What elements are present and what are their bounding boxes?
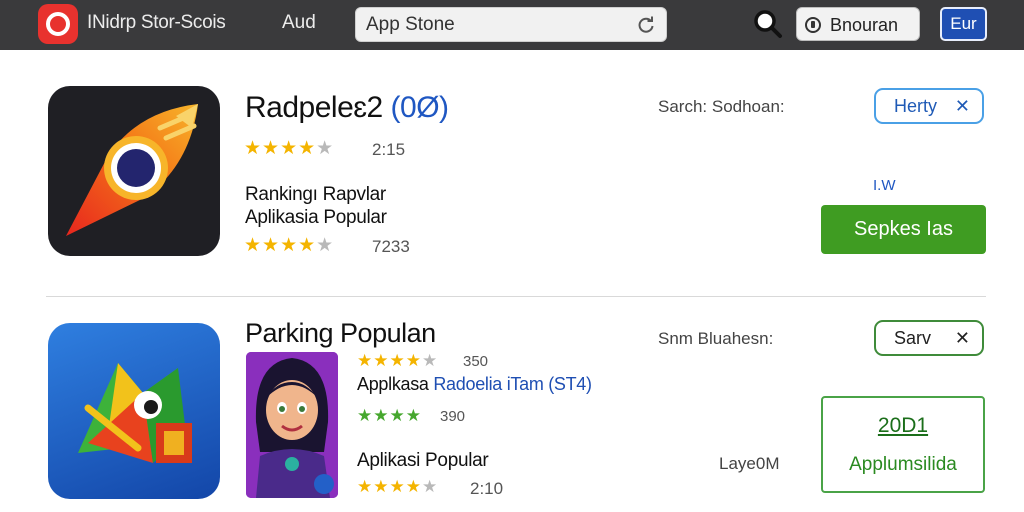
side-label: Laye0M — [719, 454, 780, 473]
app-name-accent: (0Ø) — [390, 91, 450, 124]
search-input[interactable] — [366, 13, 626, 37]
rocket-app-icon[interactable] — [48, 86, 220, 256]
info-icon — [805, 17, 821, 33]
app-name[interactable]: Radpeleɛ2 (0Ø) — [245, 91, 449, 125]
close-icon[interactable]: ✕ — [955, 90, 970, 122]
filter-chip[interactable]: Sarv ✕ — [874, 320, 984, 356]
rating-count: 7233 — [372, 237, 410, 256]
rating-count: 390 — [440, 408, 466, 425]
refresh-icon[interactable] — [636, 15, 656, 35]
action-card[interactable]: 20D1 Applumsilida — [821, 396, 985, 493]
meta-text: Sarch: Sodhoan: — [658, 97, 785, 116]
close-icon[interactable]: ✕ — [955, 322, 970, 354]
card-number: 20D1 — [877, 414, 929, 437]
star-rating: ★★★★★ — [357, 351, 439, 370]
chip-label: Herty — [894, 96, 938, 116]
star-rating: ★★★★★ — [244, 138, 335, 159]
card-label: Applumsilida — [849, 454, 957, 475]
signin-button[interactable]: Bnouran — [796, 7, 920, 41]
small-label: I.W — [873, 177, 896, 194]
character-portrait[interactable] — [246, 352, 338, 498]
app-name[interactable]: Parking Populan — [245, 318, 436, 349]
install-button[interactable]: Sepkes Ias — [821, 205, 986, 254]
star-rating: ★★★★★ — [244, 235, 335, 256]
search-box — [355, 7, 667, 42]
divider — [46, 296, 986, 297]
ranking-label: Rankingı Rapvlar — [245, 184, 386, 205]
top-bar: INidrp Stor-Scois Aud Bnouran Eur — [0, 0, 1024, 50]
app-title: INidrp Stor-Scois — [87, 12, 226, 33]
chip-label: Sarv — [894, 328, 932, 348]
app-name-main: Radpeleɛ2 — [245, 91, 391, 124]
language-button[interactable]: Eur — [940, 7, 987, 41]
rating-count: 2:10 — [470, 479, 504, 498]
rating-count: 350 — [463, 353, 489, 370]
star-rating: ★★★★ — [357, 406, 422, 425]
rating-count: 2:15 — [372, 140, 406, 159]
star-rating: ★★★★★ — [357, 477, 439, 496]
filter-chip[interactable]: Herty ✕ — [874, 88, 984, 124]
app-logo-icon[interactable] — [38, 4, 78, 44]
meta-text: Snm Bluahesn: — [658, 329, 774, 348]
category-label: Aplikasi Popular — [357, 450, 489, 471]
search-icon[interactable] — [752, 8, 784, 40]
category-label: Aplikasia Popular — [245, 207, 387, 228]
bird-app-icon[interactable] — [48, 323, 220, 499]
menu-item-aud[interactable]: Aud — [282, 12, 316, 34]
signin-label: Bnouran — [830, 15, 899, 35]
developer-line: Applkasa Radoelia iTam (ST4) — [357, 374, 592, 394]
